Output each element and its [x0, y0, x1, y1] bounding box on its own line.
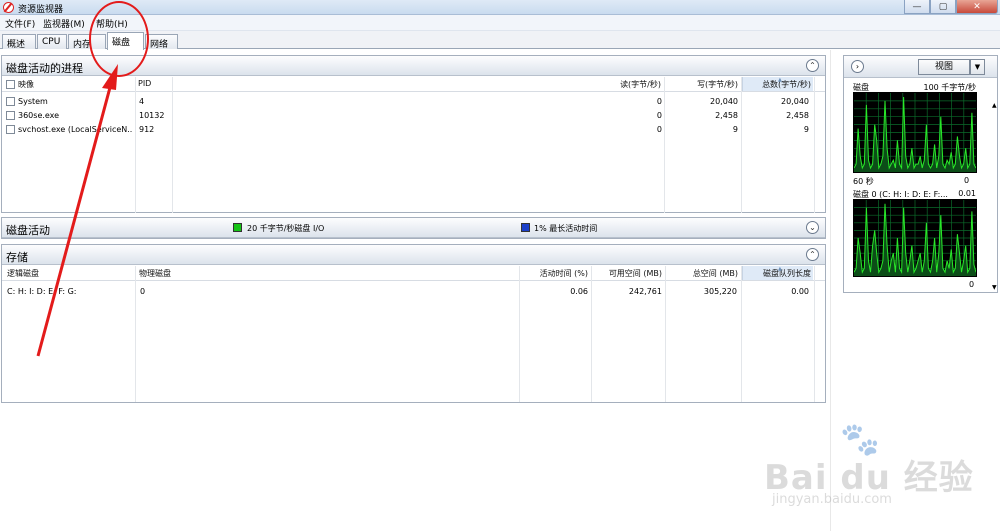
minimize-button[interactable]: —	[904, 0, 930, 14]
scroll-down-arrow[interactable]: ▼	[992, 284, 1000, 292]
active-time-legend-swatch	[521, 223, 530, 232]
col-total[interactable]: ▲ 总数(字节/秒)	[742, 77, 813, 91]
view-button[interactable]: 视图	[918, 59, 970, 75]
row-checkbox[interactable]	[6, 125, 15, 134]
title-bar: 资源监视器 — ▢ ✕	[0, 0, 1000, 15]
tab-overview[interactable]: 概述	[2, 34, 36, 50]
close-icon: ✕	[973, 1, 981, 12]
physical-disk: 0	[140, 287, 146, 296]
chevron-up-icon: ⌃	[809, 250, 816, 259]
chevron-up-icon: ⌃	[809, 61, 816, 70]
watermark-url: jingyan.baidu.com	[772, 492, 892, 507]
tab-bar: 概述 CPU 内存 磁盘 网络	[0, 31, 1000, 50]
process-pid: 4	[139, 97, 145, 106]
process-pid: 10132	[139, 111, 165, 120]
active-time: 0.06	[570, 287, 588, 296]
scroll-up-arrow[interactable]: ▲	[992, 102, 1000, 110]
resource-monitor-icon	[3, 2, 14, 13]
minimize-icon: —	[912, 1, 922, 12]
select-all-checkbox[interactable]	[6, 80, 15, 89]
process-write: 9	[732, 125, 738, 134]
disk-activity-header[interactable]: 磁盘活动 20 千字节/秒磁盘 I/O 1% 最长活动时间 ⌄	[2, 218, 825, 238]
maximize-button[interactable]: ▢	[930, 0, 956, 14]
col-queue-length[interactable]: ▲ 磁盘队列长度	[742, 266, 813, 280]
caret-down-icon: ▼	[974, 63, 981, 71]
col-read[interactable]: 读(字节/秒)	[585, 77, 663, 91]
process-read: 0	[656, 125, 662, 134]
graph1-time: 60 秒	[853, 177, 874, 186]
baidu-watermark: 🐾 Bai du 经验 jingyan.baidu.com	[760, 420, 980, 510]
col-free-space[interactable]: 可用空间 (MB)	[592, 266, 664, 280]
disk-activity-section: 磁盘活动 20 千字节/秒磁盘 I/O 1% 最长活动时间 ⌄	[1, 217, 826, 239]
column-divider	[814, 266, 815, 402]
active-time-legend-label: 1% 最长活动时间	[534, 224, 598, 233]
window-controls: — ▢ ✕	[904, 0, 998, 14]
disk0-graph	[853, 199, 977, 277]
col-total-label: 总数(字节/秒)	[762, 80, 811, 89]
menu-monitor[interactable]: 监视器(M)	[43, 17, 85, 30]
chevron-right-icon: ›	[855, 62, 860, 71]
annotation-arrow	[36, 64, 118, 357]
graph1-min: 0	[964, 176, 970, 185]
header-divider	[2, 91, 825, 92]
row-checkbox[interactable]	[6, 97, 15, 106]
process-write: 2,458	[715, 111, 738, 120]
graph2-min: 0	[969, 280, 975, 289]
col-write[interactable]: 写(字节/秒)	[665, 77, 740, 91]
storage-section: 存储 ⌃ 逻辑磁盘 物理磁盘 活动时间 (%) 可用空间 (MB) 总空间 (M…	[1, 244, 826, 403]
col-active-time[interactable]: 活动时间 (%)	[520, 266, 590, 280]
disk-graph	[853, 92, 977, 173]
tab-cpu[interactable]: CPU	[37, 34, 67, 49]
storage-header[interactable]: 存储 ⌃	[2, 245, 825, 265]
free-space: 242,761	[628, 287, 662, 296]
collapse-processes-button[interactable]: ⌃	[806, 59, 819, 72]
expand-disk-activity-button[interactable]: ⌄	[806, 221, 819, 234]
view-dropdown-button[interactable]: ▼	[970, 59, 985, 75]
processes-section: 磁盘活动的进程 ⌃ 映像 PID 读(字节/秒) 写(字节/秒) ▲ 总数(字节/…	[1, 55, 826, 213]
graph-panel: › 视图 ▼ 磁盘 100 千字节/秒 60 秒 0 磁盘 0 (C: H: I…	[843, 55, 998, 293]
sort-indicator-icon: ▲	[778, 266, 782, 272]
row-checkbox[interactable]	[6, 111, 15, 120]
window-title: 资源监视器	[18, 5, 64, 15]
column-divider	[172, 77, 173, 213]
collapse-storage-button[interactable]: ⌃	[806, 248, 819, 261]
process-total: 20,040	[781, 97, 809, 106]
close-button[interactable]: ✕	[956, 0, 998, 14]
maximize-icon: ▢	[938, 1, 948, 12]
graph-panel-header: › 视图 ▼	[844, 56, 997, 78]
storage-title: 存储	[6, 251, 28, 264]
io-legend-swatch	[233, 223, 242, 232]
menu-file[interactable]: 文件(F)	[5, 17, 35, 30]
process-read: 0	[656, 97, 662, 106]
col-physical-disk[interactable]: 物理磁盘	[139, 266, 259, 280]
graph2-max: 0.01	[958, 189, 976, 198]
column-divider	[135, 77, 136, 213]
tab-network[interactable]: 网络	[145, 34, 178, 50]
col-queue-length-label: 磁盘队列长度	[763, 269, 811, 278]
col-pid[interactable]: PID	[138, 77, 172, 91]
menu-bar: 文件(F) 监视器(M) 帮助(H)	[0, 15, 1000, 31]
process-write: 20,040	[710, 97, 738, 106]
toggle-graph-panel-button[interactable]: ›	[851, 60, 864, 73]
process-total: 9	[803, 125, 809, 134]
process-total: 2,458	[786, 111, 809, 120]
header-divider	[2, 280, 825, 281]
sort-indicator-icon: ▲	[778, 77, 782, 83]
chevron-down-icon: ⌄	[809, 223, 816, 232]
process-pid: 912	[139, 125, 155, 134]
io-legend-label: 20 千字节/秒磁盘 I/O	[247, 224, 325, 233]
column-divider	[135, 266, 136, 402]
queue-length: 0.00	[791, 287, 809, 296]
process-read: 0	[656, 111, 662, 120]
total-space: 305,220	[703, 287, 737, 296]
column-divider	[814, 77, 815, 213]
col-total-space[interactable]: 总空间 (MB)	[666, 266, 740, 280]
